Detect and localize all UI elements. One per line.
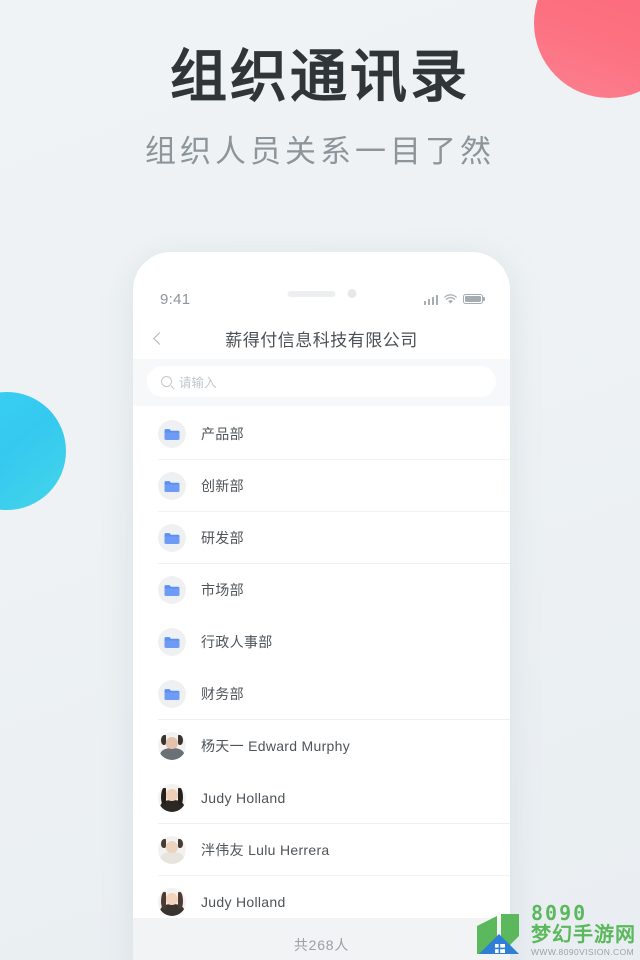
watermark-brand-name: 梦幻手游网 [531, 923, 636, 946]
status-time: 9:41 [160, 290, 191, 308]
avatar [158, 732, 186, 760]
signal-icon [423, 294, 438, 305]
avatar [158, 888, 186, 916]
list-item[interactable]: Judy Holland [133, 772, 510, 824]
list-item-label: 财务部 [201, 686, 244, 702]
phone-mockup: 9:41 薪得付信息科技有限公司 请输入 产品部 创新部 研发部 市场部 行政人… [133, 252, 510, 960]
folder-icon [158, 524, 186, 552]
nav-title: 薪得付信息科技有限公司 [225, 330, 418, 350]
list-item-label: 研发部 [201, 530, 244, 546]
page-subtitle: 组织人员关系一目了然 [145, 133, 495, 169]
folder-icon [158, 680, 186, 708]
list-item-label: 泮伟友 Lulu Herrera [201, 842, 330, 858]
wifi-icon [444, 293, 457, 304]
list-item[interactable]: 创新部 [133, 460, 510, 512]
watermark: 8090 梦幻手游网 WWW.8090VISION.COM [473, 903, 636, 957]
list-item-label: 市场部 [201, 582, 244, 598]
avatar [158, 836, 186, 864]
status-bar: 9:41 [133, 289, 510, 309]
search-placeholder: 请输入 [179, 376, 217, 390]
list-item-label: 杨天一 Edward Murphy [201, 738, 351, 754]
list-item[interactable]: 财务部 [133, 668, 510, 720]
list-item[interactable]: 行政人事部 [133, 616, 510, 668]
folder-icon [158, 472, 186, 500]
folder-icon [158, 420, 186, 448]
search-icon [161, 376, 172, 387]
watermark-text: 8090 梦幻手游网 WWW.8090VISION.COM [531, 903, 636, 957]
status-icons [423, 293, 486, 305]
search-bar-container: 请输入 [133, 359, 510, 406]
list-item-label: 创新部 [201, 478, 244, 494]
list-footer: 共268人 [133, 918, 510, 960]
contact-list[interactable]: 产品部 创新部 研发部 市场部 行政人事部 财务部 杨天一 Edward Mur… [133, 408, 510, 918]
folder-icon [158, 628, 186, 656]
total-count-text: 共268人 [293, 937, 350, 953]
avatar [158, 784, 186, 812]
list-item[interactable]: 产品部 [133, 408, 510, 460]
watermark-logo-icon [477, 914, 519, 954]
nav-bar: 薪得付信息科技有限公司 [133, 318, 510, 358]
watermark-url: WWW.8090VISION.COM [531, 946, 635, 957]
list-item[interactable]: 杨天一 Edward Murphy [133, 720, 510, 772]
list-item[interactable]: 泮伟友 Lulu Herrera [133, 824, 510, 876]
list-item-label: Judy Holland [201, 894, 286, 910]
decorative-circle-cyan [0, 392, 66, 510]
list-item-label: 行政人事部 [201, 634, 273, 650]
hero-section: 组织通讯录 组织人员关系一目了然 [0, 45, 640, 171]
folder-icon [158, 576, 186, 604]
battery-icon [463, 294, 486, 304]
search-input[interactable]: 请输入 [147, 366, 496, 397]
watermark-brand-number: 8090 [531, 900, 588, 925]
list-item[interactable]: 研发部 [133, 512, 510, 564]
list-item-label: Judy Holland [201, 790, 286, 806]
page-title: 组织通讯录 [170, 45, 470, 109]
list-item-label: 产品部 [201, 426, 244, 442]
list-item[interactable]: 市场部 [133, 564, 510, 616]
